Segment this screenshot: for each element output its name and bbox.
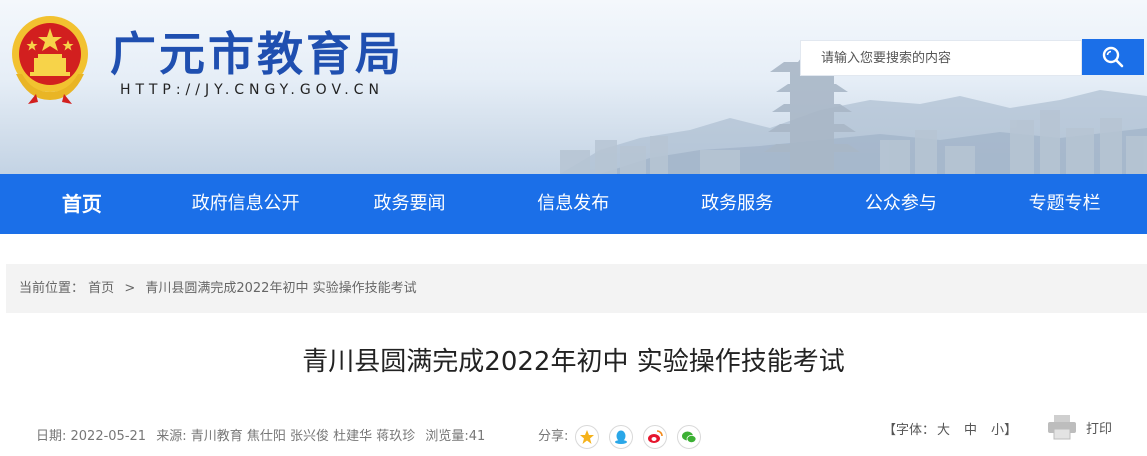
breadcrumb-separator: > <box>124 281 136 296</box>
wechat-icon[interactable] <box>677 425 701 449</box>
nav-item-special-topics[interactable]: 专题专栏 <box>983 174 1147 234</box>
font-size-open: 【字体： <box>883 423 936 438</box>
printer-icon <box>1048 415 1076 440</box>
font-size-large-button[interactable]: 大 <box>937 423 950 438</box>
breadcrumb-current-link[interactable]: 青川县圆满完成2022年初中 实验操作技能考试 <box>145 281 416 296</box>
article-date: 日期: 2022-05-21 <box>36 429 147 444</box>
font-size-small-button[interactable]: 小 <box>991 423 1004 438</box>
main-nav: 首页 政府信息公开 政务要闻 信息发布 政务服务 公众参与 专题专栏 <box>0 174 1147 234</box>
nav-item-info-release[interactable]: 信息发布 <box>491 174 655 234</box>
print-button[interactable]: 打印 <box>1046 412 1112 442</box>
qzone-icon[interactable] <box>575 425 599 449</box>
qq-icon[interactable] <box>609 425 633 449</box>
national-emblem-icon <box>8 14 92 104</box>
print-label: 打印 <box>1086 421 1113 437</box>
site-url: HTTP://JY.CNGY.GOV.CN <box>120 82 384 98</box>
search-box <box>800 40 1082 76</box>
article-meta: 日期: 2022-05-21 来源: 青川教育 焦仕阳 张兴俊 杜建华 蒋玖珍 … <box>36 422 491 452</box>
nav-item-public-participation[interactable]: 公众参与 <box>819 174 983 234</box>
nav-item-home[interactable]: 首页 <box>0 174 164 234</box>
nav-item-news[interactable]: 政务要闻 <box>328 174 492 234</box>
font-size-medium-button[interactable]: 中 <box>964 423 977 438</box>
search-input[interactable] <box>801 41 1081 75</box>
share-label: 分享: <box>538 429 569 444</box>
article-views: 浏览量:41 <box>425 429 486 444</box>
site-title[interactable]: 广元市教育局 <box>110 26 404 82</box>
breadcrumb-prefix: 当前位置： <box>19 281 85 296</box>
weibo-icon[interactable] <box>643 425 667 449</box>
breadcrumb-home-link[interactable]: 首页 <box>88 281 114 296</box>
font-size-close: 】 <box>1004 423 1018 438</box>
search-icon <box>1102 46 1124 68</box>
search-button[interactable] <box>1082 39 1144 75</box>
article-source: 来源: 青川教育 焦仕阳 张兴俊 杜建华 蒋玖珍 <box>156 429 416 444</box>
site-header: 广元市教育局 HTTP://JY.CNGY.GOV.CN <box>0 0 1147 174</box>
article-title: 青川县圆满完成2022年初中 实验操作技能考试 <box>302 347 845 377</box>
breadcrumb: 当前位置： 首页 > 青川县圆满完成2022年初中 实验操作技能考试 <box>6 264 1147 313</box>
nav-item-gov-info[interactable]: 政府信息公开 <box>164 174 328 234</box>
nav-item-gov-service[interactable]: 政务服务 <box>655 174 819 234</box>
font-size-control: 【字体：大中小】 <box>883 422 1017 440</box>
